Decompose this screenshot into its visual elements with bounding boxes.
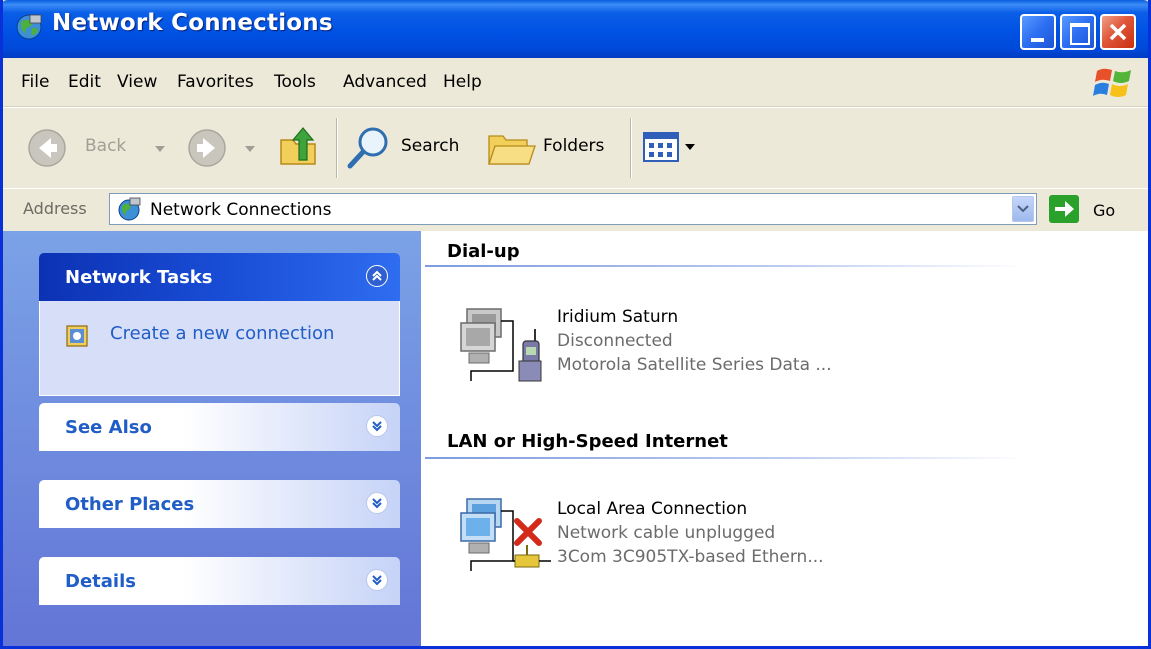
new-connection-icon — [66, 325, 88, 347]
expand-chevron-icon[interactable] — [366, 415, 388, 437]
address-label: Address — [23, 199, 87, 218]
go-button[interactable] — [1049, 195, 1079, 223]
search-icon — [347, 127, 388, 169]
views-button[interactable] — [643, 132, 707, 166]
address-value: Network Connections — [150, 200, 332, 220]
menu-help[interactable]: Help — [443, 72, 482, 92]
close-icon — [1109, 23, 1127, 41]
connection-status: Disconnected — [557, 331, 673, 351]
maximize-icon — [1070, 23, 1090, 45]
see-also-title: See Also — [65, 417, 152, 438]
back-label: Back — [85, 136, 127, 156]
address-bar: Address Network Connections Go — [3, 188, 1148, 231]
toolbar-separator — [336, 118, 338, 178]
task-pane: Network Tasks Create a new connection Se… — [3, 231, 421, 646]
minimize-icon — [1031, 38, 1044, 42]
menu-bar: File Edit View Favorites Tools Advanced … — [3, 58, 1148, 107]
network-connections-icon — [16, 14, 42, 40]
go-arrow-icon — [1055, 201, 1074, 217]
connection-item-iridium-saturn[interactable]: Iridium Saturn Disconnected Motorola Sat… — [421, 291, 941, 391]
group-divider — [425, 265, 1025, 267]
title-bar[interactable]: Network Connections — [3, 0, 1148, 58]
folders-button[interactable]: Folders — [487, 122, 617, 172]
menu-favorites[interactable]: Favorites — [177, 72, 254, 92]
connection-status: Network cable unplugged — [557, 523, 776, 543]
views-dropdown-icon — [685, 144, 695, 150]
connection-device: Motorola Satellite Series Data ... — [557, 355, 832, 375]
menu-tools[interactable]: Tools — [274, 72, 316, 92]
explorer-window: Network Connections File Edit View Favor… — [0, 0, 1151, 649]
chevron-down-icon — [1017, 205, 1029, 213]
other-places-header[interactable]: Other Places — [39, 480, 400, 528]
group-divider — [425, 457, 1025, 459]
create-new-connection-link[interactable]: Create a new connection — [110, 323, 334, 344]
dialup-connection-icon — [460, 308, 542, 382]
maximize-button[interactable] — [1060, 14, 1096, 50]
menu-file[interactable]: File — [21, 72, 49, 92]
details-panel: Details — [39, 557, 400, 605]
menu-edit[interactable]: Edit — [68, 72, 101, 92]
forward-arrow-icon — [188, 129, 226, 167]
group-title-lan: LAN or High-Speed Internet — [447, 431, 728, 452]
details-title: Details — [65, 571, 136, 592]
windows-logo-icon — [1093, 68, 1131, 97]
lan-connection-disconnected-icon — [460, 498, 551, 571]
window-title: Network Connections — [52, 10, 333, 36]
collapse-chevron-icon[interactable] — [366, 265, 388, 287]
see-also-panel: See Also — [39, 403, 400, 451]
up-folder-icon[interactable] — [275, 124, 321, 170]
close-button[interactable] — [1100, 14, 1136, 50]
network-tasks-header[interactable]: Network Tasks — [39, 253, 400, 301]
search-button[interactable]: Search — [345, 122, 473, 172]
connections-list: Dial-up Iridium Saturn Disconnected Moto… — [421, 231, 1148, 646]
forward-button[interactable] — [181, 122, 261, 172]
network-tasks-panel: Network Tasks Create a new connection — [39, 253, 400, 396]
forward-dropdown-icon — [245, 146, 255, 152]
back-dropdown-icon — [155, 146, 165, 152]
menu-view[interactable]: View — [117, 72, 157, 92]
address-dropdown-button[interactable] — [1012, 196, 1034, 222]
connection-device: 3Com 3C905TX-based Ethern... — [557, 547, 824, 567]
other-places-title: Other Places — [65, 494, 195, 515]
group-title-dialup: Dial-up — [447, 241, 520, 262]
connection-item-local-area-connection[interactable]: Local Area Connection Network cable unpl… — [421, 483, 941, 583]
go-label[interactable]: Go — [1093, 201, 1115, 220]
details-header[interactable]: Details — [39, 557, 400, 605]
address-input[interactable]: Network Connections — [109, 193, 1037, 225]
minimize-button[interactable] — [1020, 14, 1056, 50]
network-tasks-title: Network Tasks — [65, 267, 213, 288]
back-button[interactable]: Back — [21, 122, 171, 172]
toolbar-separator — [630, 118, 632, 178]
back-arrow-icon — [28, 129, 66, 167]
see-also-header[interactable]: See Also — [39, 403, 400, 451]
expand-chevron-icon[interactable] — [366, 492, 388, 514]
expand-chevron-icon[interactable] — [366, 569, 388, 591]
network-tasks-body: Create a new connection — [39, 301, 400, 396]
folders-label: Folders — [543, 136, 605, 156]
folders-icon — [488, 135, 536, 165]
search-label: Search — [401, 136, 460, 156]
other-places-panel: Other Places — [39, 480, 400, 528]
connection-name: Iridium Saturn — [557, 307, 679, 327]
standard-toolbar: Back Search Folders — [3, 107, 1148, 189]
views-icon — [643, 132, 679, 162]
menu-advanced[interactable]: Advanced — [343, 72, 427, 92]
network-connections-icon — [118, 197, 141, 221]
connection-name: Local Area Connection — [557, 499, 748, 519]
